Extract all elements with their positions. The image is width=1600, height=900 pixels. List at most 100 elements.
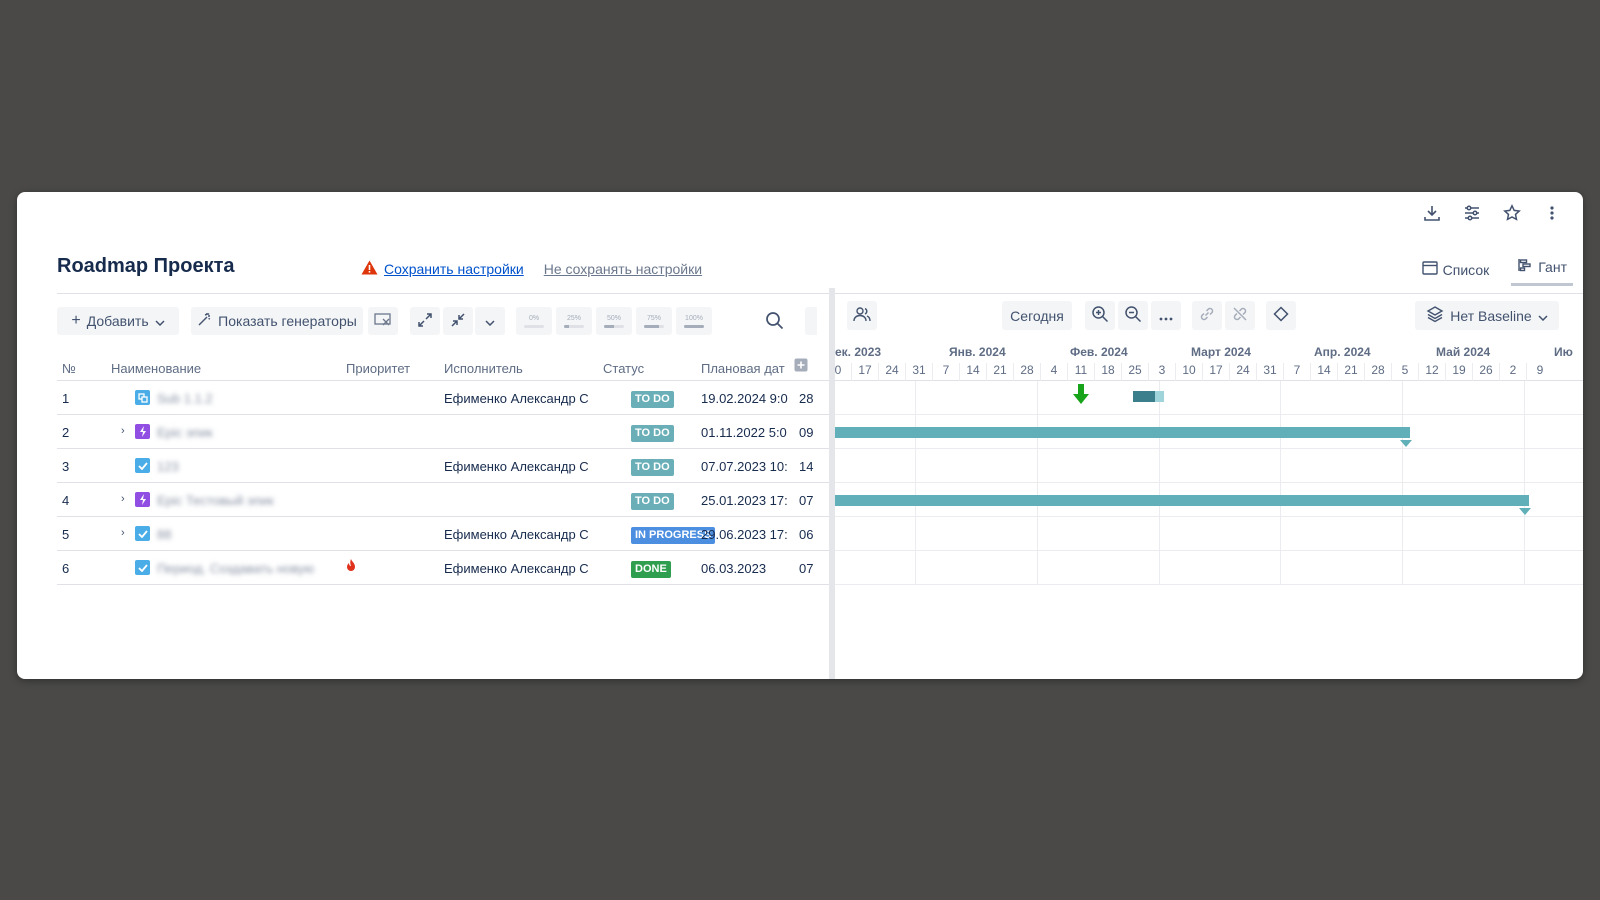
today-button[interactable]: Сегодня (1002, 301, 1072, 330)
zoom-in-button[interactable] (1085, 301, 1115, 330)
timeline-months: ек. 2023 Янв. 2024 Фев. 2024 Март 2024 А… (835, 343, 1583, 361)
more-vertical-icon[interactable] (1539, 200, 1565, 226)
planned-date: 07.07.2023 10: (701, 459, 788, 474)
task-checkbox-icon (135, 458, 150, 473)
row-num: 2 (62, 425, 70, 440)
dont-save-settings-link[interactable]: Не сохранять настройки (544, 261, 702, 277)
week-label: 21 (1337, 363, 1364, 381)
zoom-out-button[interactable] (1118, 301, 1148, 330)
issue-name-link[interactable]: Sub 1.1.2 (157, 391, 307, 406)
issue-name-link[interactable]: Период. Создавать новую (157, 561, 337, 576)
progress-filter-label: 0% (528, 314, 540, 322)
add-column-icon[interactable] (794, 358, 808, 375)
planned-date: 01.11.2022 5:0 (701, 425, 787, 440)
table-header: № Наименование Приоритет Исполнитель Ста… (57, 356, 847, 381)
chevron-down-icon (155, 313, 165, 329)
collapse-icon (450, 312, 466, 331)
settings-save-bar: Сохранить настройки Не сохранять настрой… (361, 260, 702, 278)
week-label: 28 (1364, 363, 1391, 381)
toolbar-overflow[interactable] (805, 307, 817, 335)
month-label: Апр. 2024 (1314, 345, 1371, 359)
table-row[interactable]: 1 Sub 1.1.2 Ефименко Александр С TO DO 1… (57, 381, 847, 415)
show-generators-button[interactable]: Показать генераторы (191, 307, 363, 335)
progress-filter-25[interactable]: 25% (556, 307, 592, 335)
progress-filter-label: 25% (566, 314, 581, 322)
status-badge[interactable]: DONE (631, 561, 671, 578)
progress-filter-75[interactable]: 75% (636, 307, 672, 335)
epic-bar[interactable] (835, 427, 1410, 438)
issue-name-link[interactable]: 88 (157, 527, 307, 542)
col-num[interactable]: № (62, 361, 76, 376)
status-badge[interactable]: TO DO (631, 391, 674, 408)
week-label: 11 (1067, 363, 1094, 381)
week-label: 10 (1175, 363, 1202, 381)
tab-list[interactable]: Список (1416, 257, 1496, 286)
issues-table: № Наименование Приоритет Исполнитель Ста… (57, 356, 847, 585)
save-settings-link[interactable]: Сохранить настройки (384, 261, 524, 277)
unlink-button[interactable] (1225, 301, 1255, 330)
progress-filter-label: 50% (606, 314, 621, 322)
search-icon[interactable] (765, 311, 784, 335)
col-assignee[interactable]: Исполнитель (444, 361, 523, 376)
issue-name-link[interactable]: Epic Тестовый эпик (157, 493, 307, 508)
issue-name-link[interactable]: Epic эпик (157, 425, 307, 440)
planned-date: 25.01.2023 17: (701, 493, 788, 508)
view-tabs: Список Гант (1416, 254, 1573, 286)
milestone-button[interactable] (1266, 301, 1296, 330)
progress-filter-100[interactable]: 100% (676, 307, 712, 335)
download-icon[interactable] (1419, 200, 1445, 226)
table-row[interactable]: 2 › Epic эпик TO DO 01.11.2022 5:0 09 (57, 415, 847, 449)
epic-icon (135, 492, 150, 507)
collapse-all-button[interactable] (443, 307, 473, 335)
link-button[interactable] (1192, 301, 1222, 330)
table-row[interactable]: 6 Период. Создавать новую Ефименко Алекс… (57, 551, 847, 585)
arrow-down-icon[interactable] (1073, 384, 1089, 409)
gantt-chart: Сегодня Нет Baseline ек. 2023 Янв. 2024 … (835, 288, 1583, 679)
table-row[interactable]: 3 123 Ефименко Александр С TO DO 07.07.2… (57, 449, 847, 483)
table-row[interactable]: 5 › 88 Ефименко Александр С IN PROGRESS … (57, 517, 847, 551)
next-column-value: 14 (799, 459, 814, 474)
row-num: 5 (62, 527, 70, 542)
week-label: 21 (986, 363, 1013, 381)
more-options-button[interactable] (1151, 301, 1181, 330)
status-badge[interactable]: TO DO (631, 493, 674, 510)
panel-actions (1419, 200, 1565, 226)
row-num: 4 (62, 493, 70, 508)
settings-sliders-icon[interactable] (1459, 200, 1485, 226)
tab-gantt[interactable]: Гант (1511, 254, 1573, 286)
baseline-select[interactable]: Нет Baseline (1415, 301, 1559, 330)
week-label: 18 (1094, 363, 1121, 381)
zoom-out-icon (1124, 305, 1142, 326)
progress-filter-50[interactable]: 50% (596, 307, 632, 335)
progress-filter-0[interactable]: 0% (516, 307, 552, 335)
issue-name-link[interactable]: 123 (157, 459, 307, 474)
expand-all-button[interactable] (410, 307, 440, 335)
chevron-right-icon[interactable]: › (121, 425, 125, 437)
status-badge[interactable]: TO DO (631, 425, 674, 442)
chevron-right-icon[interactable]: › (121, 527, 125, 539)
expand-options-button[interactable] (475, 307, 505, 335)
col-priority[interactable]: Приоритет (346, 361, 410, 376)
week-label: 26 (1472, 363, 1499, 381)
table-row[interactable]: 4 › Epic Тестовый эпик TO DO 25.01.2023 … (57, 483, 847, 517)
gantt-row (835, 415, 1583, 449)
epic-bar[interactable] (835, 495, 1529, 506)
clear-filter-button[interactable] (368, 307, 398, 335)
week-label: 5 (1391, 363, 1418, 381)
week-label: 17 (1202, 363, 1229, 381)
week-label: 17 (851, 363, 878, 381)
gantt-row (835, 449, 1583, 483)
add-button[interactable]: + Добавить (57, 307, 179, 335)
status-badge[interactable]: TO DO (631, 459, 674, 476)
col-name[interactable]: Наименование (111, 361, 201, 376)
resources-button[interactable] (847, 301, 877, 330)
star-icon[interactable] (1499, 200, 1525, 226)
chevron-right-icon[interactable]: › (121, 493, 125, 505)
col-planned-date[interactable]: Плановая дат (701, 361, 785, 376)
month-label: ек. 2023 (835, 345, 882, 359)
task-bar[interactable] (1133, 391, 1164, 402)
show-generators-label: Показать генераторы (218, 313, 357, 329)
gantt-row (835, 551, 1583, 585)
col-status[interactable]: Статус (603, 361, 644, 376)
warning-icon (361, 260, 378, 278)
